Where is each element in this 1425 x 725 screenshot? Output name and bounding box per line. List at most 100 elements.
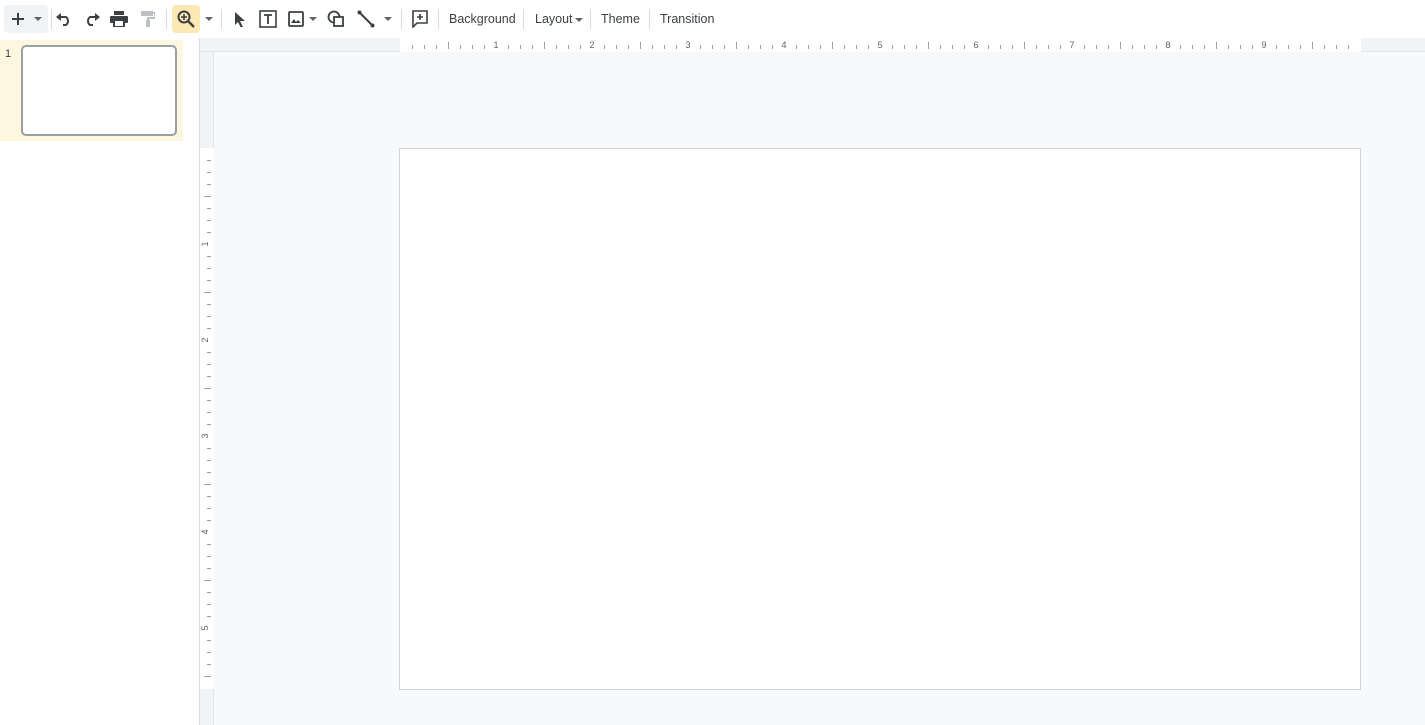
chevron-down-icon (205, 17, 213, 21)
ruler-tick (207, 496, 211, 497)
cursor-icon (235, 12, 245, 27)
slide-thumbnail[interactable] (21, 45, 177, 136)
ruler-tick (856, 45, 857, 49)
ruler-tick (460, 45, 461, 49)
ruler-label: 9 (1261, 40, 1267, 50)
ruler-label: 5 (200, 625, 211, 631)
ruler-tick (207, 400, 211, 401)
ruler-tick (760, 45, 761, 49)
layout-button-label: Layout (535, 12, 573, 26)
ruler-tick (1252, 45, 1253, 49)
ruler-tick (207, 232, 211, 233)
slide-number: 1 (5, 48, 12, 60)
ruler-tick (772, 45, 773, 49)
ruler-tick (207, 328, 211, 329)
ruler-tick (640, 42, 641, 49)
new-slide-button[interactable] (4, 5, 48, 33)
ruler-label: 3 (200, 433, 211, 439)
background-button[interactable]: Background (447, 5, 518, 33)
ruler-tick (484, 45, 485, 49)
paint-format-button[interactable] (136, 5, 160, 33)
ruler-tick (988, 45, 989, 49)
select-button[interactable] (228, 5, 252, 33)
ruler-tick (207, 508, 211, 509)
ruler-tick (580, 45, 581, 49)
ruler-tick (207, 460, 211, 461)
ruler-tick (204, 292, 211, 293)
ruler-tick (1288, 45, 1289, 49)
text-box-button[interactable] (255, 5, 281, 33)
ruler-tick (1348, 45, 1349, 49)
ruler-tick (207, 664, 211, 665)
undo-icon (56, 13, 69, 26)
add-comment-button[interactable] (407, 5, 433, 33)
transition-button[interactable]: Transition (658, 5, 716, 33)
slide-canvas[interactable] (399, 148, 1361, 690)
ruler-tick (1144, 45, 1145, 49)
ruler-tick (424, 45, 425, 49)
line-button[interactable] (354, 5, 378, 33)
ruler-tick (436, 45, 437, 49)
ruler-tick (207, 472, 211, 473)
chevron-down-icon (384, 17, 392, 21)
toolbar: Background Layout Theme Transition (0, 0, 1425, 38)
ruler-tick (448, 42, 449, 49)
ruler-tick (207, 544, 211, 545)
ruler-tick (412, 45, 413, 49)
shape-button[interactable] (324, 5, 348, 33)
ruler-tick (204, 196, 211, 197)
ruler-tick (207, 256, 211, 257)
theme-button[interactable]: Theme (599, 5, 642, 33)
ruler-tick (207, 448, 211, 449)
zoom-menu-button[interactable] (201, 5, 215, 33)
ruler-tick (207, 268, 211, 269)
ruler-tick (616, 45, 617, 49)
ruler-tick (472, 45, 473, 49)
ruler-tick (916, 45, 917, 49)
ruler-tick (1180, 45, 1181, 49)
ruler-tick (1012, 45, 1013, 49)
ruler-tick (207, 364, 211, 365)
zoom-button[interactable] (172, 5, 200, 33)
chevron-down-icon[interactable] (309, 17, 317, 21)
layout-button[interactable]: Layout (533, 5, 585, 33)
redo-button[interactable] (80, 5, 104, 33)
vertical-ruler[interactable]: 1 2 3 4 5 (200, 148, 214, 689)
horizontal-ruler[interactable]: 1 2 3 4 5 6 7 8 9 (400, 38, 1361, 52)
editor-workspace[interactable]: 1 2 3 4 5 6 7 8 9 1 2 3 4 5 (200, 38, 1425, 725)
ruler-tick (964, 45, 965, 49)
ruler-tick (700, 45, 701, 49)
ruler-tick (1120, 42, 1121, 49)
ruler-tick (204, 580, 211, 581)
print-button[interactable] (107, 5, 131, 33)
ruler-label: 1 (493, 40, 499, 50)
undo-button[interactable] (52, 5, 76, 33)
line-menu-button[interactable] (380, 5, 394, 33)
toolbar-divider (590, 9, 591, 29)
toolbar-divider (221, 9, 222, 29)
filmstrip-slide-1[interactable]: 1 (0, 40, 183, 141)
ruler-tick (207, 304, 211, 305)
ruler-label: 7 (1069, 40, 1075, 50)
toolbar-divider (401, 9, 402, 29)
ruler-tick (808, 45, 809, 49)
ruler-tick (1276, 45, 1277, 49)
ruler-tick (207, 604, 211, 605)
ruler-tick (520, 45, 521, 49)
ruler-tick (508, 45, 509, 49)
ruler-tick (207, 352, 211, 353)
ruler-tick (207, 640, 211, 641)
ruler-tick (748, 45, 749, 49)
ruler-tick (1240, 45, 1241, 49)
ruler-tick (207, 160, 211, 161)
ruler-tick (207, 316, 211, 317)
ruler-label: 5 (877, 40, 883, 50)
image-button[interactable] (284, 5, 318, 33)
ruler-tick (1084, 45, 1085, 49)
toolbar-divider (523, 9, 524, 29)
ruler-tick (940, 45, 941, 49)
ruler-tick (207, 376, 211, 377)
ruler-tick (928, 42, 929, 49)
ruler-tick (207, 424, 211, 425)
chevron-down-icon[interactable] (34, 17, 42, 21)
